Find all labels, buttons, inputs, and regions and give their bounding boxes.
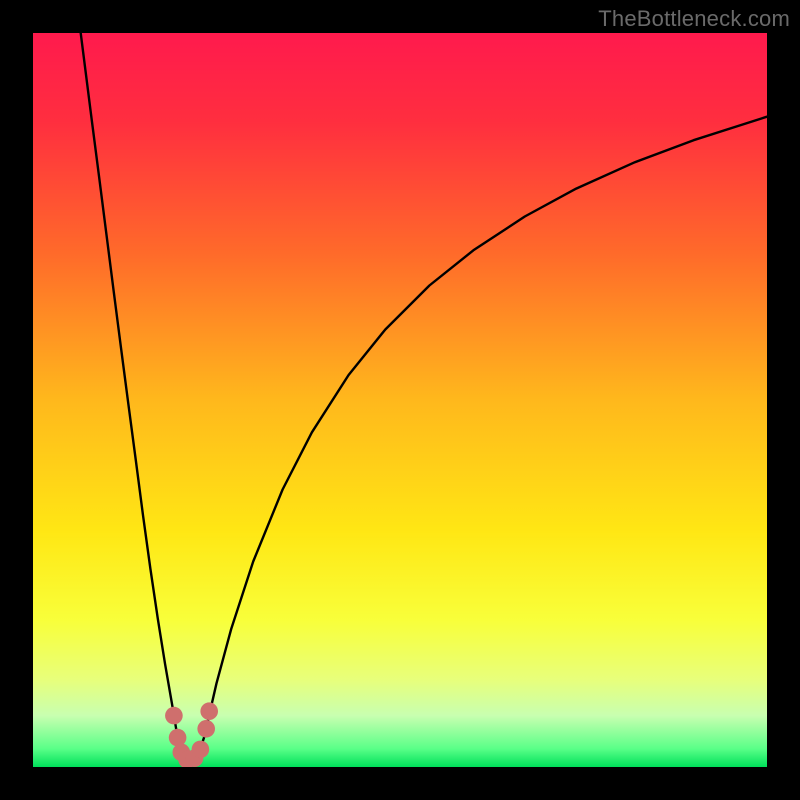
chart-svg bbox=[33, 33, 767, 767]
data-marker bbox=[169, 729, 187, 747]
plot-area bbox=[33, 33, 767, 767]
data-marker bbox=[200, 702, 218, 720]
chart-frame: TheBottleneck.com bbox=[0, 0, 800, 800]
gradient-background bbox=[33, 33, 767, 767]
data-marker bbox=[192, 741, 210, 759]
data-marker bbox=[165, 707, 183, 725]
data-marker bbox=[197, 720, 215, 738]
watermark-text: TheBottleneck.com bbox=[598, 6, 790, 32]
